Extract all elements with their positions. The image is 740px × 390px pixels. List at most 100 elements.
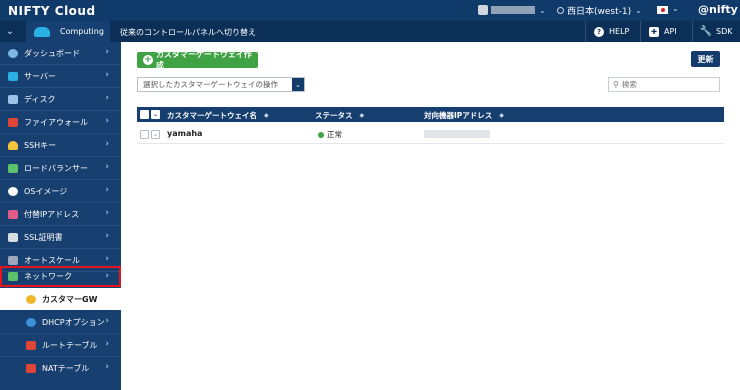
firewall-icon [8, 117, 18, 127]
menu-collapse-icon[interactable]: ⌄ [0, 21, 20, 42]
region-selector[interactable]: 西日本(west-1) ⌄ [557, 4, 642, 17]
column-label: カスタマーゲートウェイ名 [167, 111, 257, 120]
help-label: HELP [609, 27, 630, 36]
sidebar-subitem-label: NATテーブル [42, 363, 90, 373]
user-menu[interactable]: ⌄ [478, 5, 546, 15]
sidebar-subitem-label: DHCPオプション [42, 317, 105, 327]
dashboard-icon [8, 48, 18, 58]
server-icon [8, 71, 18, 81]
chevron-down-icon: ⌄ [539, 5, 546, 15]
column-label: ステータス [315, 111, 353, 120]
tab-computing-label: Computing [60, 27, 104, 36]
sidebar-item-load-balancer[interactable]: ロードバランサー › [0, 157, 121, 179]
sidebar-item-label: ディスク [24, 94, 56, 104]
help-button[interactable]: ? HELP [585, 21, 640, 42]
chevron-right-icon: › [105, 93, 109, 103]
api-label: API [664, 27, 677, 36]
sidebar-subitem-route-table[interactable]: ルートテーブル › [0, 334, 121, 356]
question-icon: ? [594, 26, 604, 37]
chevron-right-icon: › [105, 208, 109, 218]
create-customer-gateway-button[interactable]: + カスタマーゲートウェイ作成 [137, 50, 258, 70]
operation-select-value: 選択したカスタマーゲートウェイの操作 [143, 80, 278, 89]
sort-icon: ◆ [499, 112, 504, 119]
service-bar: ⌄ Computing 従来のコントロールパネルへ切り替え ? HELP ✚ A… [0, 21, 740, 42]
sidebar-item-os-image[interactable]: OSイメージ › [0, 180, 121, 202]
customer-gateway-icon [26, 294, 36, 304]
status-label: 正常 [327, 130, 342, 139]
sidebar-item-label: 付替IPアドレス [24, 209, 80, 219]
sidebar: ダッシュボード › サーバー › ディスク › ファイアウォール › SSHキー… [0, 42, 121, 390]
search-input[interactable] [621, 80, 707, 89]
table-header: ⌄ カスタマーゲートウェイ名 ◆ ステータス ◆ 対向機器IPアドレス ◆ [137, 107, 724, 122]
sidebar-item-disk[interactable]: ディスク › [0, 88, 121, 110]
nat-table-icon [26, 363, 36, 373]
operation-select[interactable]: 選択したカスタマーゲートウェイの操作 ⌄ [137, 77, 305, 92]
wrench-icon: 🔧 [699, 26, 713, 37]
api-button[interactable]: ✚ API [640, 21, 692, 42]
chevron-right-icon: › [105, 185, 109, 195]
user-name-redacted [491, 6, 535, 14]
select-all-checkbox[interactable] [140, 110, 149, 119]
sidebar-item-ip-address[interactable]: 付替IPアドレス › [0, 203, 121, 225]
gateway-name[interactable]: yamaha [167, 129, 202, 138]
japan-flag-icon[interactable] [657, 6, 668, 14]
column-header-status[interactable]: ステータス ◆ [315, 110, 364, 121]
chevron-down-icon[interactable]: ⌄ [151, 130, 160, 139]
sidebar-item-label: SSHキー [24, 140, 57, 150]
row-checkbox[interactable] [140, 130, 149, 139]
brand-logo: NIFTY Cloud [8, 3, 96, 18]
autoscale-icon [8, 255, 18, 265]
create-button-label: カスタマーゲートウェイ作成 [155, 50, 252, 70]
sidebar-subitem-customer-gw[interactable]: カスタマーGW [0, 288, 121, 310]
sidebar-item-label: OSイメージ [24, 186, 68, 196]
top-bar: NIFTY Cloud ⌄ 西日本(west-1) ⌄ ⌄ @nifty [0, 0, 740, 21]
sidebar-item-network[interactable]: ネットワーク › [0, 266, 121, 287]
chevron-down-icon[interactable]: ⌄ [151, 110, 160, 119]
column-header-name[interactable]: カスタマーゲートウェイ名 ◆ [167, 110, 269, 121]
sidebar-item-label: ロードバランサー [24, 163, 88, 173]
chevron-down-icon: ⌄ [635, 6, 642, 15]
chevron-right-icon: › [105, 139, 109, 149]
key-icon [8, 140, 18, 150]
sidebar-item-dashboard[interactable]: ダッシュボード › [0, 42, 121, 64]
status-cell: 正常 [318, 129, 342, 140]
sidebar-subitem-label: ルートテーブル [42, 340, 98, 350]
tab-computing[interactable]: Computing [26, 21, 110, 42]
sidebar-item-label: ファイアウォール [24, 117, 88, 127]
nifty-logo: @nifty [698, 3, 738, 16]
table-row[interactable]: ⌄ yamaha 正常 [137, 124, 724, 144]
chevron-right-icon: › [105, 231, 109, 241]
column-header-ip[interactable]: 対向機器IPアドレス ◆ [424, 110, 504, 121]
chevron-down-icon: ⌄ [292, 78, 304, 91]
sdk-label: SDK [716, 27, 733, 36]
search-icon: ⚲ [613, 80, 619, 89]
sidebar-subitem-dhcp[interactable]: DHCPオプション › [0, 311, 121, 333]
sidebar-item-ssl-certificate[interactable]: SSL証明書 › [0, 226, 121, 248]
status-ok-icon [318, 131, 324, 138]
dhcp-icon [26, 317, 36, 327]
ssl-certificate-icon [8, 232, 18, 242]
sidebar-item-label: SSL証明書 [24, 232, 63, 242]
sort-icon: ◆ [264, 112, 269, 119]
chevron-right-icon: › [105, 162, 109, 172]
main-content: + カスタマーゲートウェイ作成 更新 選択したカスタマーゲートウェイの操作 ⌄ … [121, 42, 740, 390]
sidebar-item-firewall[interactable]: ファイアウォール › [0, 111, 121, 133]
chevron-right-icon: › [105, 362, 109, 372]
plus-icon: + [143, 55, 153, 65]
sidebar-item-server[interactable]: サーバー › [0, 65, 121, 87]
switch-legacy-panel-link[interactable]: 従来のコントロールパネルへ切り替え [120, 27, 256, 38]
cloud-icon [34, 26, 50, 37]
chevron-right-icon: › [105, 339, 109, 349]
sdk-button[interactable]: 🔧 SDK [692, 21, 740, 42]
sidebar-item-ssh-key[interactable]: SSHキー › [0, 134, 121, 156]
globe-icon [557, 7, 564, 14]
chevron-right-icon: › [105, 47, 109, 57]
column-label: 対向機器IPアドレス [424, 111, 493, 120]
sidebar-subitem-nat-table[interactable]: NATテーブル › [0, 357, 121, 379]
search-field[interactable]: ⚲ [608, 77, 720, 92]
refresh-button[interactable]: 更新 [691, 51, 720, 67]
sort-icon: ◆ [359, 112, 365, 119]
chevron-right-icon: › [105, 116, 109, 126]
user-avatar-icon [478, 5, 488, 15]
sidebar-item-label: サーバー [24, 71, 56, 81]
